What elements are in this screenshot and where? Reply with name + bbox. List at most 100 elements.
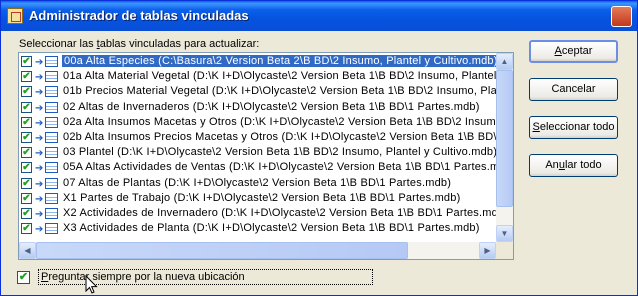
linked-table-icon: ➔ [35,207,61,220]
checkmark-icon: ✔ [22,71,31,83]
checkmark-icon: ✔ [18,271,29,283]
linked-tables-list[interactable]: ✔ ➔ 00a Alta Especies (C:\Basura\2 Version… [18,52,514,260]
checkmark-icon: ✔ [22,116,31,128]
checkmark-icon: ✔ [22,162,31,174]
table-grid-icon [45,177,58,189]
table-row[interactable]: ✔ ➔ X2 Actividades de Invernadero (D:\K I+… [19,206,508,221]
table-row[interactable]: ✔ ➔ 00a Alta Especies (C:\Basura\2 Version… [19,54,501,69]
table-grid-icon [45,223,58,235]
table-grid-icon [45,56,58,67]
linked-table-icon: ➔ [35,161,61,174]
table-grid-icon [45,162,58,174]
table-grid-icon [45,147,58,159]
deselect-all-button[interactable]: Anular todo [529,154,618,177]
vertical-scrollbar[interactable]: ▲ ▼ [496,53,513,242]
arrow-right-icon: ▶ [484,246,491,255]
table-grid-icon [45,192,58,204]
access-app-icon [7,8,23,24]
table-row[interactable]: ✔ ➔ 02a Alta Insumos Macetas y Otros (D:\K… [19,115,513,130]
link-arrow-icon: ➔ [35,57,44,68]
table-row[interactable]: ✔ ➔ 01a Alta Material Vegetal (D:\K I+D\Ol… [19,69,513,84]
checkmark-icon: ✔ [22,147,31,159]
table-checkbox[interactable]: ✔ [21,131,32,143]
checkmark-icon: ✔ [22,101,31,113]
scroll-up-button[interactable]: ▲ [496,53,513,70]
table-grid-icon [45,71,58,83]
table-label: 02 Altas de Invernaderos (D:\K I+D\Olyca… [63,100,480,113]
table-checkbox[interactable]: ✔ [21,192,32,204]
linked-table-icon: ➔ [35,55,61,68]
title-bar[interactable]: Administrador de tablas vinculadas [1,1,637,31]
link-arrow-icon: ➔ [35,178,44,190]
table-grid-icon [45,86,58,98]
linked-table-icon: ➔ [35,131,61,144]
window-title: Administrador de tablas vinculadas [29,8,249,23]
table-checkbox[interactable]: ✔ [21,101,32,113]
table-label: X1 Partes de Trabajo (D:\K I+D\Olycaste\… [63,191,461,204]
table-label: X3 Actividades de Planta (D:\K I+D\Olyca… [63,222,480,235]
table-row[interactable]: ✔ ➔ X1 Partes de Trabajo (D:\K I+D\Olycast… [19,191,496,206]
table-row[interactable]: ✔ ➔ 05A Altas Actividades de Ventas (D:\K … [19,160,513,175]
table-grid-icon [45,101,58,113]
linked-table-icon: ➔ [35,116,61,129]
table-row[interactable]: ✔ ➔ 02b Alta Insumos Precios Macetas y Otr… [19,130,513,145]
scroll-left-button[interactable]: ◀ [19,242,36,259]
arrow-up-icon: ▲ [500,57,509,66]
close-button[interactable] [611,6,632,27]
table-label: 02b Alta Insumos Precios Macetas y Otros… [63,130,514,143]
arrow-down-icon: ▼ [500,229,509,238]
link-arrow-icon: ➔ [35,193,44,205]
vertical-scroll-thumb[interactable] [496,70,513,207]
linked-table-icon: ➔ [35,101,61,114]
link-arrow-icon: ➔ [35,72,44,84]
always-prompt-checkbox[interactable]: ✔ [17,271,30,284]
checkmark-icon: ✔ [22,207,31,219]
table-row[interactable]: ✔ ➔ 02 Altas de Invernaderos (D:\K I+D\Oly… [19,100,496,115]
table-checkbox[interactable]: ✔ [21,207,32,219]
table-checkbox[interactable]: ✔ [21,223,32,235]
scroll-right-button[interactable]: ▶ [479,242,496,259]
table-checkbox[interactable]: ✔ [21,116,32,128]
table-checkbox[interactable]: ✔ [21,86,32,98]
list-prompt-label: Seleccionar las tablas vinculadas para a… [19,38,260,50]
linked-table-icon: ➔ [35,146,61,159]
table-label: 01a Alta Material Vegetal (D:\K I+D\Olyc… [63,70,514,83]
link-arrow-icon: ➔ [35,208,44,220]
linked-table-manager-dialog: Administrador de tablas vinculadas Selec… [0,0,638,296]
select-all-button[interactable]: Seleccionar todo [529,116,618,139]
table-checkbox[interactable]: ✔ [21,177,32,189]
table-label: 03 Plantel (D:\K I+D\Olycaste\2 Version … [63,146,498,159]
link-arrow-icon: ➔ [35,148,44,160]
table-row[interactable]: ✔ ➔ X3 Actividades de Planta (D:\K I+D\Oly… [19,221,496,236]
link-arrow-icon: ➔ [35,132,44,144]
mouse-pointer-icon [85,275,98,294]
checkmark-icon: ✔ [22,177,31,189]
scroll-down-button[interactable]: ▼ [496,225,513,242]
table-checkbox[interactable]: ✔ [21,162,32,174]
link-arrow-icon: ➔ [35,117,44,129]
linked-table-icon: ➔ [35,70,61,83]
link-arrow-icon: ➔ [35,163,44,175]
cancel-button[interactable]: Cancelar [529,78,618,101]
table-label: X2 Actividades de Invernadero (D:\K I+D\… [63,206,509,219]
table-checkbox[interactable]: ✔ [21,147,32,159]
checkmark-icon: ✔ [22,223,31,235]
table-row[interactable]: ✔ ➔ 01b Precios Material Vegetal (D:\K I+D… [19,84,513,99]
table-grid-icon [45,116,58,128]
table-row[interactable]: ✔ ➔ 07 Altas de Plantas (D:\K I+D\Olycaste… [19,176,496,191]
scrollbar-corner [496,242,513,259]
checkmark-icon: ✔ [22,192,31,204]
table-rows: ✔ ➔ 00a Alta Especies (C:\Basura\2 Version… [19,54,513,236]
table-checkbox[interactable]: ✔ [21,56,32,67]
horizontal-scroll-thumb[interactable] [36,242,408,259]
checkmark-icon: ✔ [22,131,31,143]
link-arrow-icon: ➔ [35,102,44,114]
table-checkbox[interactable]: ✔ [21,71,32,83]
checkmark-icon: ✔ [22,56,31,67]
table-label: 05A Altas Actividades de Ventas (D:\K I+… [63,161,514,174]
horizontal-scrollbar[interactable]: ◀ ▶ [19,242,496,259]
linked-table-icon: ➔ [35,192,61,205]
link-arrow-icon: ➔ [35,87,44,99]
table-row[interactable]: ✔ ➔ 03 Plantel (D:\K I+D\Olycaste\2 Versio… [19,145,498,160]
accept-button[interactable]: Aceptar [529,40,618,63]
